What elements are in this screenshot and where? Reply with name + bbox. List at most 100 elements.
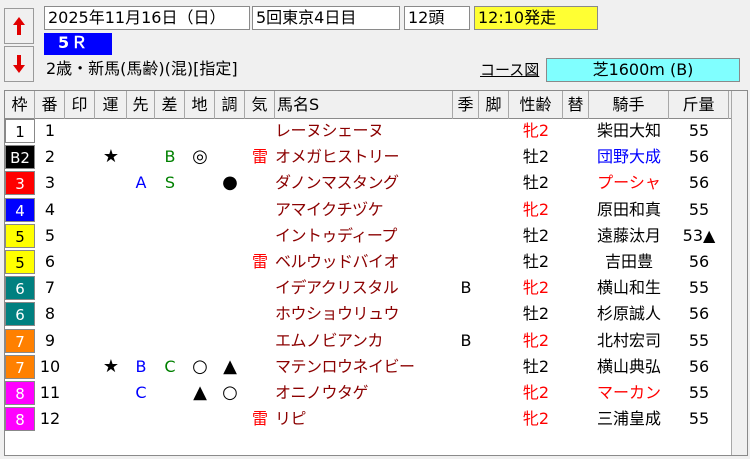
col-header-name[interactable]: 馬名S [275, 91, 453, 119]
weight-value: 56 [688, 173, 710, 193]
col-header-un[interactable]: 運 [95, 91, 127, 119]
prev-race-button[interactable] [4, 8, 34, 44]
cell-kae [563, 171, 589, 195]
cell-num: 3 [44, 173, 56, 193]
cell-weight: 53▲ [669, 224, 729, 248]
table-row[interactable]: 8 12 雷リピ 牝2 三浦皇成 55 [5, 407, 747, 432]
cell-name[interactable]: オニノウタゲ [275, 381, 453, 405]
table-row[interactable]: 5 6 雷ベルウッドバイオ 牡2 吉田豊 56 [5, 250, 747, 274]
cell-cho [215, 145, 245, 169]
cell-ki: 雷 [251, 147, 268, 167]
col-header-saki[interactable]: 先 [127, 91, 155, 119]
cell-jockey[interactable]: 団野大成 [589, 145, 669, 169]
cell-chi: ▲ [193, 382, 207, 403]
course-map-link[interactable]: コース図 [480, 60, 539, 80]
table-row[interactable]: 3 3 A S ● ダノンマスタング 牡2 プーシャ 56 [5, 171, 747, 196]
cell-jockey[interactable]: 三浦皇成 [589, 407, 669, 431]
cell-jockey[interactable]: 吉田豊 [589, 250, 669, 274]
cell-name[interactable]: マテンロウネイビー [275, 355, 453, 379]
cell-cho [215, 302, 245, 326]
cell-season: B [460, 278, 472, 298]
cell-in [65, 145, 95, 169]
cell-in [65, 407, 95, 431]
col-header-weight[interactable]: 斤量 [669, 91, 729, 119]
cell-un [95, 198, 127, 222]
cell-jockey[interactable]: 北村宏司 [589, 329, 669, 353]
cell-name[interactable]: ホウショウリュウ [275, 302, 453, 326]
cell-weight: 55 [669, 119, 729, 143]
vertical-scrollbar[interactable] [731, 91, 747, 455]
cell-name[interactable]: オメガヒストリー [275, 145, 453, 169]
col-header-cho[interactable]: 調 [215, 91, 245, 119]
arrow-up-icon [13, 17, 25, 35]
cell-chi [185, 276, 215, 300]
cell-name[interactable]: エムノビアンカ [275, 329, 453, 353]
cell-jockey[interactable]: 杉原誠人 [589, 302, 669, 326]
col-header-leg[interactable]: 脚 [479, 91, 509, 119]
cell-kae [563, 407, 589, 431]
cell-cho: ● [222, 172, 238, 194]
col-header-waku[interactable]: 枠 [5, 91, 35, 119]
col-header-season[interactable]: 季 [453, 91, 479, 119]
cell-jockey[interactable]: プーシャ [589, 171, 669, 195]
cell-un [95, 119, 127, 143]
weight-value: 56 [688, 252, 710, 271]
table-row[interactable]: 7 9 エムノビアンカ B 牝2 北村宏司 55 [5, 328, 747, 353]
col-header-sex[interactable]: 性齢 [509, 91, 563, 119]
next-race-button[interactable] [4, 46, 34, 82]
cell-kae [563, 145, 589, 169]
cell-sa [155, 407, 185, 431]
cell-sex: 牡2 [522, 356, 550, 376]
col-header-sa[interactable]: 差 [155, 91, 185, 119]
cell-leg [479, 119, 509, 143]
cell-name[interactable]: イデアクリスタル [275, 276, 453, 300]
table-row[interactable]: 8 11 C ▲ ○ オニノウタゲ 牝2 マーカン 55 [5, 381, 747, 405]
col-header-chi[interactable]: 地 [185, 91, 215, 119]
cell-sa [155, 224, 185, 248]
cell-leg [479, 198, 509, 222]
cell-chi [185, 119, 215, 143]
cell-kae [563, 302, 589, 326]
col-header-in[interactable]: 印 [65, 91, 95, 119]
cell-waku: 8 [5, 407, 35, 432]
cell-sa [155, 381, 185, 405]
cell-name[interactable]: イントゥディープ [275, 224, 453, 248]
table-row[interactable]: 5 5 イントゥディープ 牡2 遠藤汰月 53▲ [5, 223, 747, 248]
cell-saki [127, 407, 155, 431]
cell-un [95, 250, 127, 274]
cell-name[interactable]: ベルウッドバイオ [275, 250, 453, 274]
table-row[interactable]: 6 7 イデアクリスタル B 牝2 横山和生 55 [5, 276, 747, 301]
cell-jockey[interactable]: 原田和真 [589, 198, 669, 222]
table-row[interactable]: 7 10 ★ B C ○ ▲ マテンロウネイビー 牡2 横山典弘 56 [5, 354, 747, 379]
cell-jockey[interactable]: 遠藤汰月 [589, 224, 669, 248]
cell-jockey[interactable]: 横山和生 [589, 276, 669, 300]
weight-value: 56 [688, 356, 710, 376]
entry-table: 枠番印運先差地調気馬名S 季脚性齢替騎手 斤量 1 1 レーヌシェーヌ 牝2 柴田大知 55 B… [4, 90, 748, 456]
cell-jockey[interactable]: マーカン [589, 381, 669, 405]
cell-jockey[interactable]: 柴田大知 [589, 119, 669, 143]
cell-name[interactable]: リピ [275, 407, 453, 431]
cell-jockey[interactable]: 横山典弘 [589, 355, 669, 379]
weight-mark: ▲ [703, 225, 716, 245]
cell-season [453, 119, 479, 143]
cell-waku: 6 [5, 302, 35, 327]
table-row[interactable]: 1 1 レーヌシェーヌ 牝2 柴田大知 55 [5, 119, 747, 143]
cell-name[interactable]: ダノンマスタング [275, 171, 453, 195]
cell-sa [155, 250, 185, 274]
cell-weight: 55 [669, 198, 729, 222]
table-row[interactable]: 4 4 アマイクチヅケ 牝2 原田和真 55 [5, 197, 747, 222]
cell-name[interactable]: レーヌシェーヌ [275, 119, 453, 143]
cell-in [65, 276, 95, 300]
arrow-down-icon [13, 55, 25, 73]
table-row[interactable]: 6 8 ホウショウリュウ 牡2 杉原誠人 56 [5, 302, 747, 327]
col-header-jockey[interactable]: 騎手 [589, 91, 669, 119]
cell-sex: 牡2 [522, 304, 550, 324]
cell-name[interactable]: アマイクチヅケ [275, 198, 453, 222]
col-header-ki[interactable]: 気 [245, 91, 275, 119]
table-row[interactable]: B2 2 ★ B ◎ 雷オメガヒストリー 牡2 団野大成 56 [5, 145, 747, 170]
cell-ki [245, 171, 275, 195]
col-header-kae[interactable]: 替 [563, 91, 589, 119]
col-header-num[interactable]: 番 [35, 91, 65, 119]
cell-saki [127, 224, 155, 248]
cell-weight: 55 [669, 329, 729, 353]
